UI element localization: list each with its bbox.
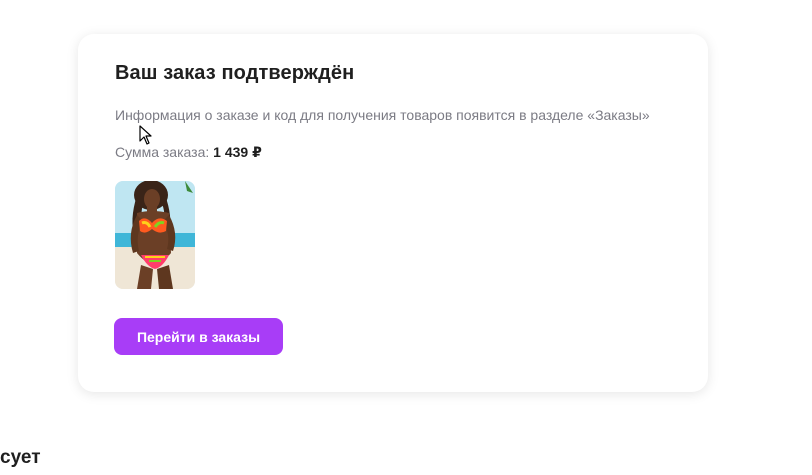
order-confirmation-card: Ваш заказ подтверждён Информация о заказ… — [78, 34, 708, 392]
order-info-text: Информация о заказе и код для получения … — [115, 107, 650, 123]
partial-heading-text: сует — [0, 447, 41, 468]
order-sum: Сумма заказа: 1 439 ₽ — [115, 144, 262, 161]
page: Ваш заказ подтверждён Информация о заказ… — [0, 0, 812, 475]
product-thumbnail[interactable] — [115, 181, 195, 289]
order-sum-label: Сумма заказа: — [115, 144, 210, 160]
go-to-orders-button[interactable]: Перейти в заказы — [114, 318, 283, 355]
order-sum-value: 1 439 ₽ — [213, 144, 262, 160]
order-confirmed-title: Ваш заказ подтверждён — [115, 62, 355, 84]
mouse-pointer-icon — [139, 125, 152, 145]
product-image — [115, 181, 195, 289]
